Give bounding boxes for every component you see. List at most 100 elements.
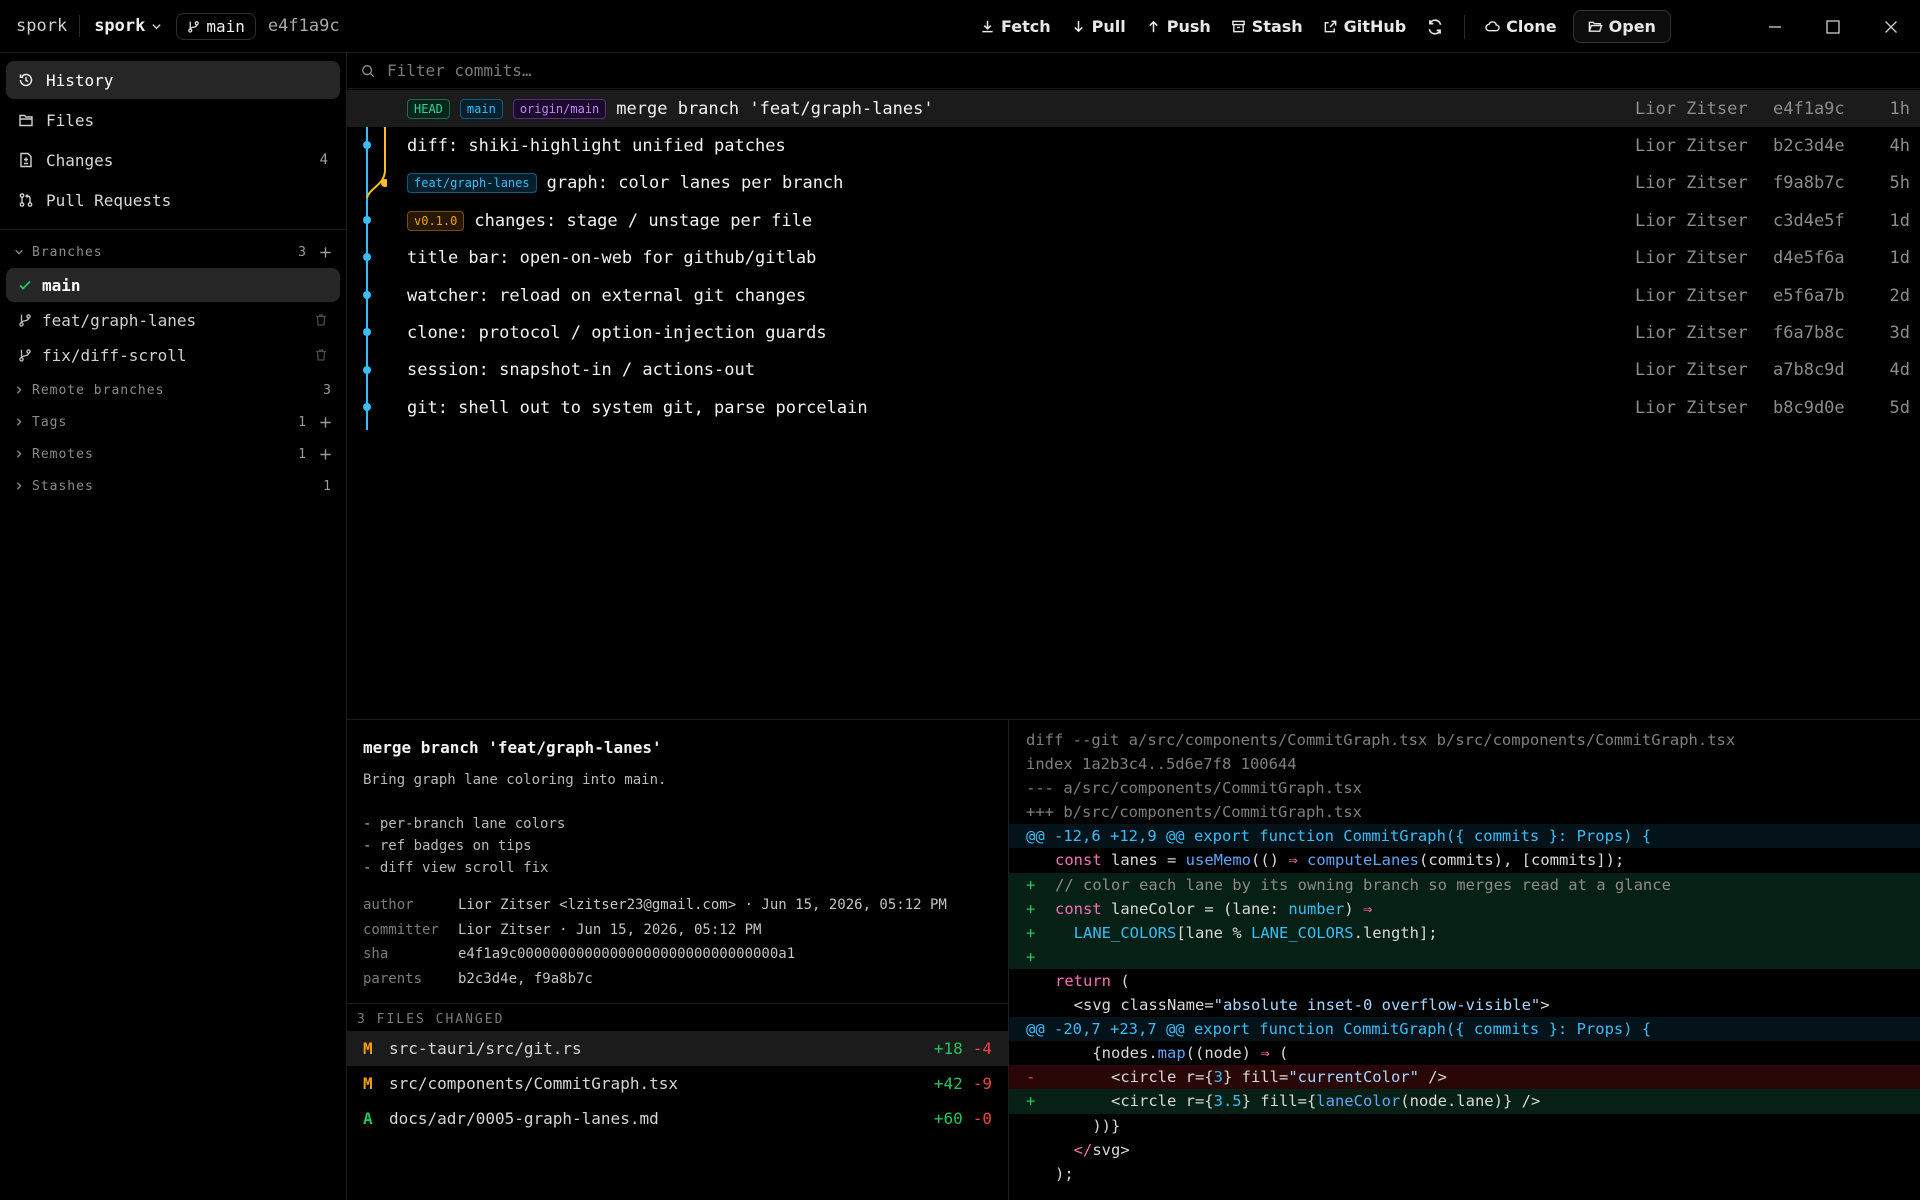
commit-row[interactable]: watcher: reload on external git changes … [347, 277, 1920, 314]
meta-value: b2c3d4e, f9a8b7c [458, 970, 593, 987]
add-tag-icon[interactable] [319, 416, 332, 429]
branches-section-header[interactable]: Branches 3 [0, 236, 346, 268]
commit-sha: b2c3d4e [1773, 136, 1845, 157]
repo-switcher[interactable]: spork [88, 12, 168, 40]
commit-row[interactable]: feat/graph-lanes graph: color lanes per … [347, 165, 1920, 202]
chevron-right-icon [16, 482, 22, 490]
clone-label: Clone [1506, 17, 1557, 36]
diff-removed-line: - <circle r={3} fill="currentColor" /> [1009, 1065, 1920, 1090]
sidebar-item-history[interactable]: History [6, 61, 340, 99]
commit-row[interactable]: session: snapshot-in / actions-out Lior … [347, 352, 1920, 389]
ref-badge-tag: v0.1.0 [407, 210, 465, 231]
pull-request-icon [19, 193, 33, 207]
remotes-section-header[interactable]: Remotes 1 [0, 438, 346, 470]
add-remote-icon[interactable] [319, 448, 332, 461]
chevron-down-icon [15, 249, 23, 255]
commit-row[interactable]: v0.1.0 changes: stage / unstage per file… [347, 202, 1920, 239]
remote-branches-section-header[interactable]: Remote branches 3 [0, 374, 346, 406]
commit-detail-pane: merge branch 'feat/graph-lanes' Bring gr… [347, 719, 1009, 1200]
pull-button[interactable]: Pull [1061, 11, 1136, 42]
diff-hunk-header: @@ -20,7 +23,7 @@ export function Commit… [1009, 1017, 1920, 1042]
git-branch-icon [188, 20, 200, 33]
app-name: spork [16, 16, 68, 36]
branch-item-feat-graph-lanes[interactable]: feat/graph-lanes [6, 303, 340, 337]
commit-row[interactable]: clone: protocol / option-injection guard… [347, 314, 1920, 351]
diff-context-line: ); [1055, 1164, 1074, 1183]
sidebar-item-label: Files [46, 110, 95, 130]
commit-age: 2d [1889, 285, 1910, 306]
git-branch-icon [19, 314, 31, 327]
sidebar-item-label: Pull Requests [46, 190, 172, 210]
commit-sha: d4e5f6a [1773, 248, 1845, 269]
sidebar-item-label: History [46, 70, 114, 90]
close-icon [1885, 20, 1897, 33]
ref-badge-remote: origin/main [512, 98, 607, 119]
maximize-button[interactable] [1804, 0, 1862, 53]
sidebar-item-files[interactable]: Files [6, 101, 340, 139]
branch-item-fix-diff-scroll[interactable]: fix/diff-scroll [6, 338, 340, 372]
commit-row[interactable]: HEAD main origin/main merge branch 'feat… [347, 90, 1920, 128]
section-count: 3 [323, 382, 332, 398]
section-label: Stashes [32, 478, 94, 494]
commit-sha: f6a7b8c [1773, 323, 1845, 344]
commit-author: Lior Zitser [1635, 210, 1748, 231]
commit-sha: a7b8c9d [1773, 360, 1845, 381]
diff-header-line: diff --git a/src/components/CommitGraph.… [1026, 731, 1736, 749]
branch-switcher[interactable]: main [176, 12, 256, 40]
toolbar: Fetch Pull Push Stash GitHub Clone Open [970, 0, 1671, 53]
commit-age: 5h [1889, 173, 1910, 194]
diff-header-line: index 1a2b3c4..5d6e7f8 100644 [1026, 755, 1297, 774]
divider [79, 15, 81, 37]
diff-view[interactable]: diff --git a/src/components/CommitGraph.… [1009, 719, 1920, 1200]
trash-icon[interactable] [314, 313, 328, 327]
divider [0, 229, 346, 230]
sidebar-item-changes[interactable]: Changes 4 [6, 141, 340, 179]
minimize-button[interactable] [1746, 0, 1804, 53]
filter-commits-input[interactable] [387, 61, 987, 80]
commit-age: 5d [1889, 397, 1910, 418]
section-label: Remote branches [32, 382, 165, 398]
diff-added-line: + <circle r={3.5} fill={laneColor(node.l… [1009, 1089, 1920, 1114]
file-additions: +60 [933, 1109, 963, 1128]
changed-file-row[interactable]: M src-tauri/src/git.rs +18 -4 [347, 1031, 1008, 1066]
head-sha: e4f1a9c [267, 16, 340, 36]
sidebar-item-pull-requests[interactable]: Pull Requests [6, 181, 340, 219]
meta-value: Lior Zitser <lzitser23@gmail.com> · Jun … [458, 897, 947, 913]
push-button[interactable]: Push [1136, 11, 1221, 42]
open-button[interactable]: Open [1572, 10, 1671, 43]
changed-file-row[interactable]: A docs/adr/0005-graph-lanes.md +60 -0 [347, 1101, 1008, 1136]
file-status: M [363, 1039, 373, 1058]
close-window-button[interactable] [1862, 0, 1920, 53]
commit-meta: author Lior Zitser <lzitser23@gmail.com>… [363, 893, 992, 991]
tags-section-header[interactable]: Tags 1 [0, 406, 346, 438]
trash-icon[interactable] [314, 348, 328, 362]
external-link-icon [1324, 20, 1337, 33]
commit-author: Lior Zitser [1635, 323, 1748, 344]
commit-row[interactable]: git: shell out to system git, parse porc… [347, 389, 1920, 426]
open-github-button[interactable]: GitHub [1313, 11, 1417, 42]
cloud-icon [1485, 21, 1500, 32]
stash-button[interactable]: Stash [1221, 11, 1313, 42]
arrow-up-icon [1148, 20, 1158, 33]
history-icon [19, 73, 33, 87]
commit-author: Lior Zitser [1635, 285, 1748, 306]
refresh-button[interactable] [1416, 12, 1454, 42]
file-additions: +42 [933, 1074, 963, 1093]
branch-name: main [206, 16, 245, 36]
stashes-section-header[interactable]: Stashes 1 [0, 470, 346, 502]
commit-message-cell: feat/graph-lanes graph: color lanes per … [407, 173, 843, 194]
commit-message-cell: v0.1.0 changes: stage / unstage per file [407, 210, 812, 231]
section-count: 3 [298, 244, 307, 260]
changed-file-row[interactable]: M src/components/CommitGraph.tsx +42 -9 [347, 1066, 1008, 1101]
arrow-down-icon [1073, 20, 1083, 33]
fetch-button[interactable]: Fetch [970, 11, 1061, 42]
ref-badge-branch: feat/graph-lanes [407, 173, 537, 194]
download-icon [982, 20, 993, 33]
commit-row[interactable]: title bar: open-on-web for github/gitlab… [347, 240, 1920, 277]
sidebar: History Files Changes 4 Pull Requests Br… [0, 53, 347, 1200]
branch-item-main[interactable]: main [6, 268, 340, 302]
commit-row[interactable]: diff: shiki-highlight unified patches Li… [347, 127, 1920, 164]
chevron-right-icon [16, 418, 22, 426]
clone-button[interactable]: Clone [1475, 11, 1566, 42]
add-branch-icon[interactable] [319, 246, 332, 259]
